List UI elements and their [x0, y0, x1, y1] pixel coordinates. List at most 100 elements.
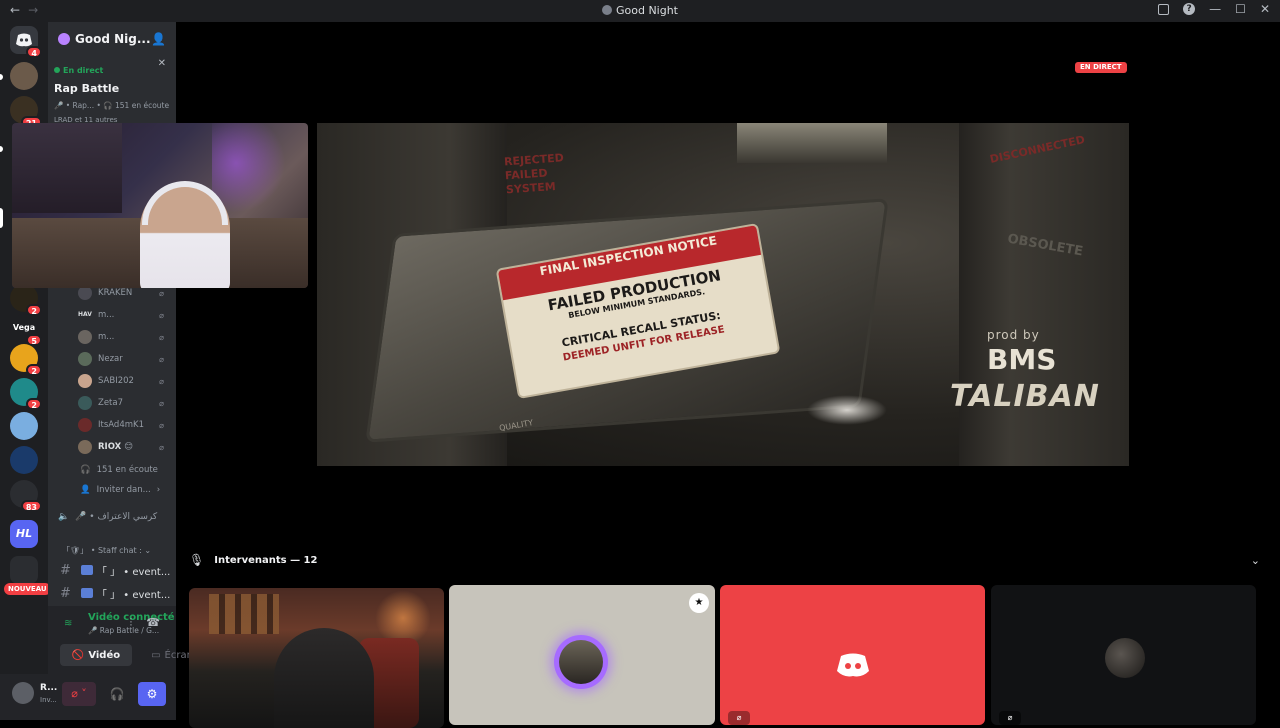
- chevron-down-icon[interactable]: ⌄: [1251, 554, 1260, 567]
- staff-category[interactable]: 「🛡」 • Staff chat : ⌄: [62, 545, 151, 556]
- settings-gear-icon[interactable]: ⚙: [138, 682, 166, 706]
- mute-icon: [159, 355, 164, 364]
- avatar: [78, 286, 92, 300]
- mute-icon: [159, 421, 164, 430]
- speaker-tile-1[interactable]: [189, 588, 444, 728]
- floating-camera-feed[interactable]: [12, 123, 308, 288]
- mic-muted-icon: ⌀: [728, 711, 750, 725]
- member-item[interactable]: RIOX 😊: [78, 438, 176, 456]
- unread-pill: [0, 146, 3, 152]
- camera-off-icon: 🚫: [71, 649, 85, 661]
- user-panel: R... Inv... ⌀ ˅ 🎧 ⚙: [0, 674, 176, 720]
- server-icon-hl[interactable]: HL: [10, 520, 38, 548]
- user-status: Inv...: [40, 696, 57, 704]
- speakers-header[interactable]: 🎙 Intervenants — 12 ⌄: [189, 550, 1264, 570]
- avatar: [78, 330, 92, 344]
- maximize-button[interactable]: ☐: [1235, 2, 1246, 16]
- home-button[interactable]: 4: [10, 26, 42, 58]
- server-icon-6[interactable]: 2: [10, 378, 42, 410]
- video-button[interactable]: 🚫 Vidéo: [60, 644, 132, 666]
- inbox-icon[interactable]: [1158, 3, 1170, 15]
- invite-icon: 👤: [80, 485, 91, 495]
- mute-icon: [159, 289, 164, 298]
- mic-muted-button[interactable]: ⌀ ˅: [62, 682, 96, 706]
- member-item[interactable]: ItsAd4mK1: [78, 416, 176, 434]
- close-button[interactable]: ✕: [1260, 2, 1270, 16]
- mute-icon: [159, 311, 164, 320]
- guild-name: Good Nig...: [75, 32, 151, 46]
- mute-icon: [159, 443, 164, 452]
- add-member-icon[interactable]: 👤: [151, 32, 166, 46]
- folder-icon[interactable]: [10, 556, 38, 584]
- avatar: [78, 374, 92, 388]
- server-icon-3[interactable]: 2: [10, 284, 42, 316]
- notification-badge: 83: [20, 500, 42, 512]
- art-ceiling: [737, 123, 887, 163]
- server-icon-vega[interactable]: Vega 5: [10, 314, 42, 346]
- channel-event-2[interactable]: # 「 」 • event...: [54, 583, 172, 603]
- server-icon-2[interactable]: 21: [10, 96, 42, 128]
- server-icon-5[interactable]: 2: [10, 344, 42, 376]
- microphone-icon: 🎙: [189, 553, 205, 567]
- guitar-wall: [209, 594, 279, 634]
- live-event-card[interactable]: En direct ✕ Rap Battle 🎤 • Rap... • 🎧 15…: [54, 58, 172, 114]
- minimize-button[interactable]: —: [1209, 2, 1221, 16]
- producer-name-1: BMS: [987, 343, 1057, 376]
- producer-name-2: TALIBAN: [950, 379, 1100, 414]
- window-title: Good Night: [0, 4, 1280, 17]
- art-wall-right: [959, 123, 1129, 466]
- speaker-icon: 🔈: [58, 512, 70, 522]
- disconnect-icon[interactable]: ☎: [146, 616, 160, 630]
- guild-header[interactable]: Good Nig... ⌄ 👤: [48, 22, 176, 56]
- help-icon[interactable]: ?: [1183, 3, 1196, 15]
- new-badge: NOUVEAU: [4, 583, 51, 595]
- live-event-sub: 🎤 • Rap... • 🎧 151 en écoute: [54, 101, 170, 110]
- invite-link[interactable]: 👤 Inviter dan... ›: [80, 485, 160, 495]
- server-icon-8[interactable]: [10, 446, 38, 474]
- user-name: R...: [40, 683, 58, 693]
- mic-muted-icon: ⌀: [999, 711, 1021, 725]
- stream-artwork[interactable]: REJECTED FAILED SYSTEM DISCONNECTED OBSO…: [317, 123, 1129, 466]
- listeners-count: 🎧 151 en écoute: [80, 465, 158, 475]
- voice-connection-panel: ≋ Vidéo connecté 🎤 Rap Battle / G... ⫶ ☎…: [48, 606, 193, 680]
- hash-icon: #: [60, 562, 71, 578]
- live-event-name: Rap Battle: [54, 82, 120, 95]
- avatar: [78, 396, 92, 410]
- noise-icon[interactable]: ⫶: [130, 616, 133, 630]
- guild-icon: [58, 33, 70, 45]
- voice-channel-arabic[interactable]: 🔈 🎤 • كرسي الاعتراف: [58, 512, 157, 522]
- discord-logo-icon: [837, 653, 869, 677]
- speaker-tile-3[interactable]: ⌀: [720, 585, 985, 725]
- member-item[interactable]: HAV m...: [78, 306, 176, 324]
- member-item[interactable]: Nezar: [78, 350, 176, 368]
- server-folder[interactable]: 83: [10, 480, 42, 512]
- star-icon: ★: [689, 593, 709, 613]
- mute-icon: [159, 399, 164, 408]
- member-item[interactable]: Zeta7: [78, 394, 176, 412]
- notification-badge: 4: [26, 46, 42, 58]
- headphones-icon: 🎧: [80, 465, 91, 475]
- voice-actions: ⫶ ☎: [130, 616, 160, 630]
- chevron-right-icon: ›: [156, 485, 161, 495]
- channel-emoji: [80, 588, 93, 598]
- signal-icon[interactable]: ≋: [64, 618, 72, 629]
- server-icon-7[interactable]: [10, 412, 38, 440]
- server-icon-1[interactable]: [10, 62, 38, 90]
- selected-pill: [0, 208, 3, 228]
- server-icon: [601, 5, 612, 15]
- channel-event-1[interactable]: # 「 」 • event...: [54, 560, 172, 580]
- close-icon[interactable]: ✕: [158, 58, 166, 69]
- member-item[interactable]: m...: [78, 328, 176, 346]
- window-controls: ? — ☐ ✕: [1158, 2, 1270, 16]
- avatar: [559, 640, 603, 684]
- live-status: En direct: [63, 66, 104, 75]
- camera-background: [12, 123, 122, 213]
- member-item[interactable]: SABI202: [78, 372, 176, 390]
- headphones-button[interactable]: 🎧: [104, 682, 130, 706]
- speaker-tile-4[interactable]: ⌀: [991, 585, 1256, 725]
- speaker-tile-2[interactable]: ★: [449, 585, 715, 725]
- avatar[interactable]: [12, 682, 34, 704]
- avatar: [78, 440, 92, 454]
- avatar: [1105, 638, 1145, 678]
- channel-emoji: [80, 565, 93, 575]
